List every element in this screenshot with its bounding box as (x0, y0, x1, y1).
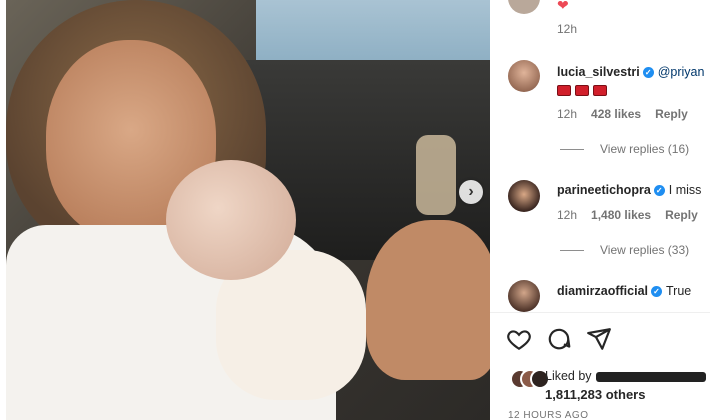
avatar[interactable] (508, 60, 540, 92)
post-timestamp: 12 HOURS AGO (508, 410, 589, 420)
comments-panel: ❤ 12h lucia_silvestri ✓ @priyan 12h 428 lik… (490, 0, 710, 420)
liked-by-text[interactable]: Liked by (545, 369, 706, 383)
comment-likes[interactable]: 428 likes (591, 107, 641, 121)
comment-username[interactable]: lucia_silvestri ✓ @priyan (557, 65, 704, 79)
photo-arm (366, 220, 490, 380)
avatar[interactable] (508, 180, 540, 212)
avatar[interactable] (508, 280, 540, 312)
next-photo-button[interactable]: › (459, 180, 483, 204)
likes-count[interactable]: 1,811,283 others (545, 387, 645, 402)
photo-background-sea (256, 0, 490, 60)
comment-username[interactable]: parineetichopra ✓ I miss (557, 183, 701, 197)
divider (490, 312, 710, 313)
emoji-icon (593, 85, 607, 96)
verified-badge-icon: ✓ (651, 286, 662, 298)
verified-badge-icon: ✓ (642, 67, 654, 79)
emoji-icon (557, 85, 571, 96)
comment-meta: 12h 428 likes Reply (557, 107, 688, 121)
comment-emojis (557, 83, 611, 101)
comment-meta: 12h 1,480 likes Reply (557, 208, 698, 222)
view-replies-button[interactable]: View replies (33) (560, 243, 689, 257)
comment-username[interactable]: diamirzaofficial ✓ True (557, 284, 691, 298)
heart-icon[interactable] (506, 326, 532, 352)
view-replies-button[interactable]: View replies (16) (560, 142, 689, 156)
divider-line (560, 149, 584, 151)
share-icon[interactable] (586, 326, 612, 352)
reply-button[interactable]: Reply (655, 107, 688, 121)
emoji-icon (575, 85, 589, 96)
reply-button[interactable]: Reply (665, 208, 698, 222)
comment-likes[interactable]: 1,480 likes (591, 208, 651, 222)
post-photo[interactable]: › (6, 0, 490, 420)
avatar[interactable] (508, 0, 540, 14)
instagram-post-view: › ❤ 12h lucia_silvestri ✓ @priyan 12h 428 l… (0, 0, 710, 420)
verified-badge-icon: ✓ (653, 185, 665, 197)
comment-time: 12h (557, 22, 578, 36)
chevron-right-icon: › (468, 183, 474, 200)
photo-bottle (416, 135, 456, 215)
redacted-username (595, 371, 706, 382)
divider-line (560, 250, 584, 252)
comment-icon[interactable] (546, 326, 572, 352)
photo-baby-head (166, 160, 296, 280)
heart-emoji-icon: ❤ (557, 0, 569, 13)
